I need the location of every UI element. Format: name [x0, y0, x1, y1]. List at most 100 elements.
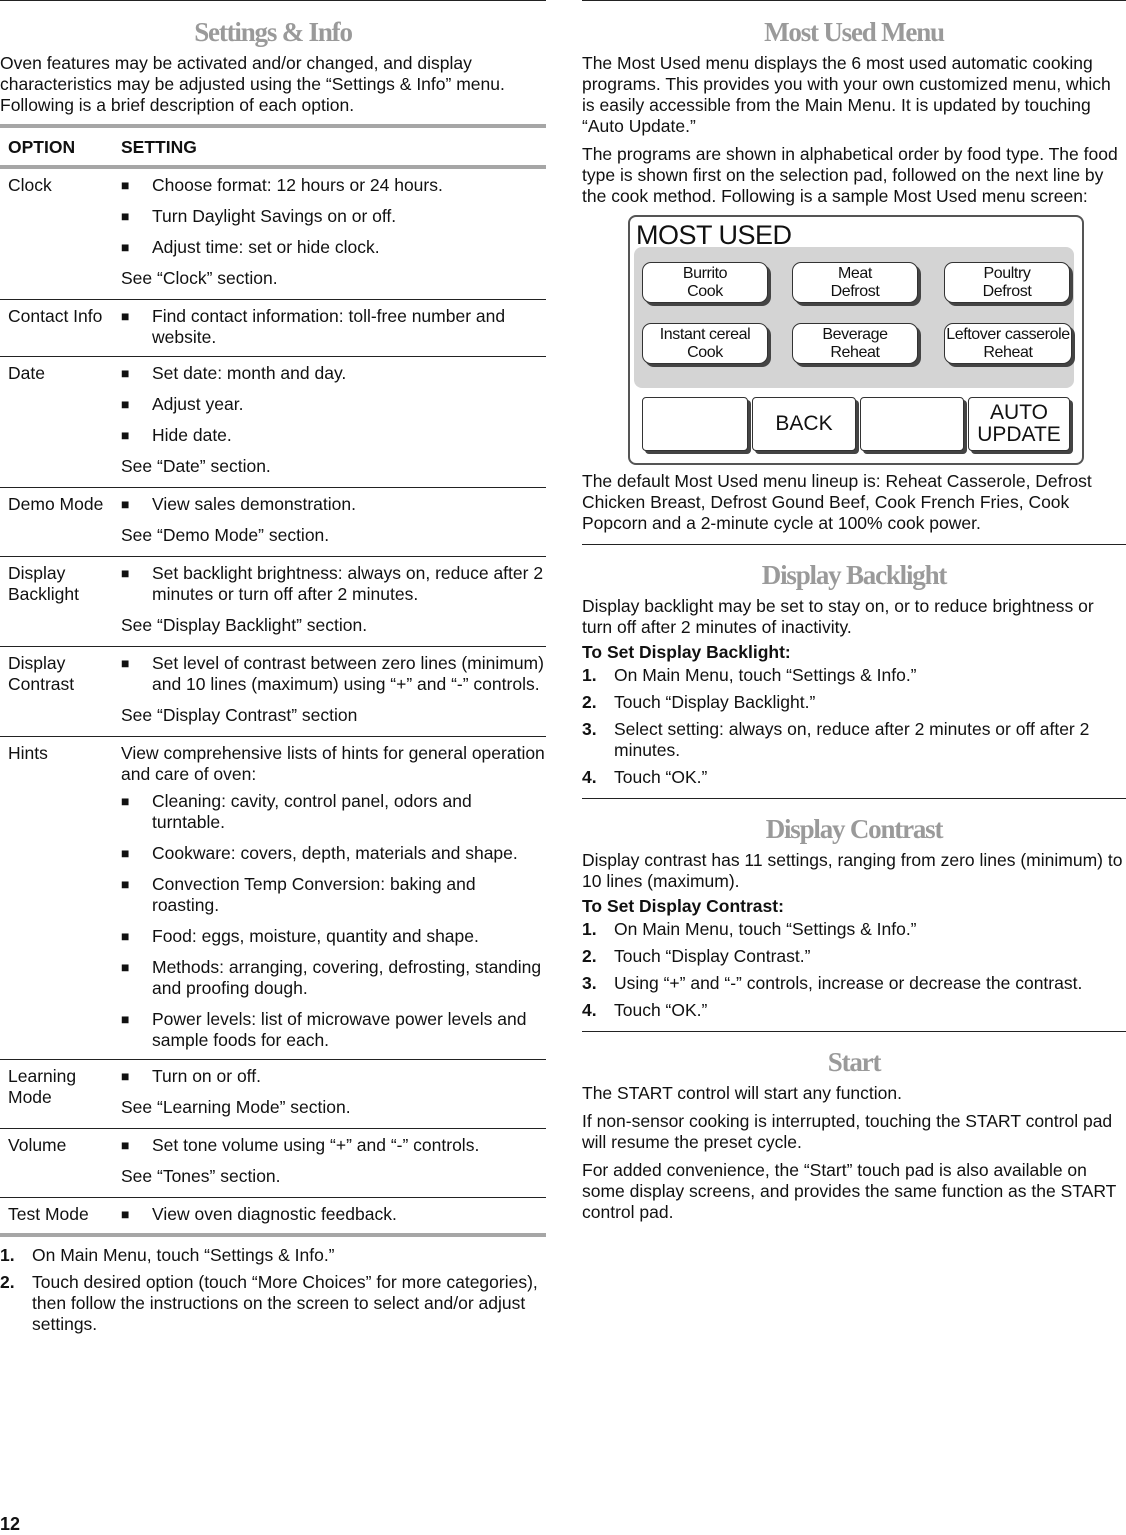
option-setting: Set date: month and day. Adjust year. Hide…: [113, 357, 546, 488]
contrast-steps: 1. On Main Menu, touch “Settings & Info.”…: [582, 919, 1126, 1021]
setting-bullet: Set level of contrast between zero lines…: [121, 653, 546, 695]
bullet-square-icon: [121, 563, 152, 605]
bullet-text: Find contact information: toll-free numb…: [152, 306, 506, 347]
step-number: 2.: [0, 1272, 15, 1292]
table-row: Display Contrast Set level of contrast be…: [0, 646, 546, 737]
option-name: Display Contrast: [8, 653, 75, 694]
backlight-subhead: To Set Display Backlight:: [582, 642, 791, 662]
button-line-2: Defrost: [830, 283, 880, 300]
setting-bullet: Cookware: covers, depth, materials and s…: [121, 843, 546, 864]
instant-cereal-cook-button[interactable]: Instant cereal Cook: [642, 323, 768, 364]
table-row: Date Set date: month and day. Adjust year.…: [0, 356, 546, 488]
option-setting: Find contact information: toll-free numb…: [113, 300, 546, 357]
bullet-text: Turn on or off.: [152, 1066, 261, 1086]
step-number: 4.: [582, 1000, 597, 1020]
section-divider: [582, 798, 1126, 799]
header-setting: SETTING: [121, 137, 197, 157]
step-item: 2. Touch desired option (touch “More Cho…: [0, 1272, 546, 1335]
bullet-square-icon: [121, 1066, 152, 1087]
bullet-text: View oven diagnostic feedback.: [152, 1204, 397, 1224]
setting-bullet: Choose format: 12 hours or 24 hours.: [121, 175, 546, 196]
table-row: Hints View comprehensive lists of hints f…: [0, 736, 546, 1060]
step-text: Touch “Display Contrast.”: [614, 946, 811, 966]
setting-bullet: Turn Daylight Savings on or off.: [121, 206, 546, 227]
auto-update-button[interactable]: AUTO UPDATE: [968, 397, 1070, 451]
settings-steps: 1. On Main Menu, touch “Settings & Info.…: [0, 1245, 546, 1335]
contrast-intro: Display contrast has 11 settings, rangin…: [582, 850, 1123, 891]
step-number: 1.: [582, 919, 597, 939]
setting-bullet: Set date: month and day.: [121, 363, 546, 384]
bullet-square-icon: [121, 237, 152, 258]
table-row: Clock Choose format: 12 hours or 24 hours…: [0, 167, 546, 300]
table-row: Display Backlight Set backlight brightnes…: [0, 556, 546, 647]
button-line-1: Instant cereal: [659, 326, 751, 343]
setting-bullet: Hide date.: [121, 425, 546, 446]
meat-defrost-button[interactable]: Meat Defrost: [792, 262, 918, 303]
step-item: 4. Touch “OK.”: [582, 767, 1126, 788]
leftover-casserole-reheat-button[interactable]: Leftover casserole Reheat: [944, 323, 1072, 364]
bullet-square-icon: [121, 494, 152, 515]
contrast-title: Display Contrast: [765, 814, 944, 844]
bullet-text: Set date: month and day.: [152, 363, 347, 383]
burrito-cook-button[interactable]: Burrito Cook: [642, 262, 768, 303]
option-name: Hints: [8, 743, 48, 763]
see-reference: See “Clock” section.: [121, 268, 278, 288]
option-setting: View comprehensive lists of hints for ge…: [113, 737, 546, 1060]
blank-button-1[interactable]: [642, 397, 748, 451]
option-setting: View oven diagnostic feedback.: [113, 1198, 546, 1234]
beverage-reheat-button[interactable]: Beverage Reheat: [792, 323, 918, 364]
see-reference: See “Tones” section.: [121, 1166, 281, 1186]
step-number: 1.: [0, 1245, 15, 1265]
bullet-square-icon: [121, 363, 152, 384]
bullet-text: Cleaning: cavity, control panel, odors a…: [152, 791, 472, 832]
button-line-2: Reheat: [830, 344, 880, 361]
button-line-2: Cook: [687, 283, 723, 300]
settings-table: OPTION SETTING Clock Choose format: 12 ho…: [0, 128, 546, 1233]
start-title: Start: [827, 1047, 882, 1077]
step-item: 3. Using “+” and “-” controls, increase o…: [582, 973, 1126, 994]
step-number: 3.: [582, 973, 597, 993]
bullet-square-icon: [121, 394, 152, 415]
bullet-square-icon: [121, 425, 152, 446]
most-used-screen: MOST USED Burrito Cook Meat Defrost Poul…: [628, 215, 1084, 465]
poultry-defrost-button[interactable]: Poultry Defrost: [944, 262, 1070, 303]
most-used-title: Most Used Menu: [764, 17, 945, 47]
bullet-text: Set tone volume using “+” and “-” contro…: [152, 1135, 480, 1155]
option-name: Volume: [8, 1135, 67, 1155]
most-used-para-1: The Most Used menu displays the 6 most u…: [582, 53, 1111, 136]
see-reference: See “Date” section.: [121, 456, 271, 476]
bullet-text: Adjust time: set or hide clock.: [152, 237, 380, 257]
bullet-square-icon: [121, 791, 152, 833]
page-number: 12: [0, 1514, 21, 1534]
option-setting: Set tone volume using “+” and “-” contro…: [113, 1129, 546, 1198]
step-number: 4.: [582, 767, 597, 787]
blank-button-2[interactable]: [860, 397, 964, 451]
bullet-square-icon: [121, 653, 152, 695]
see-reference: See “Display Contrast” section: [121, 705, 358, 725]
back-button[interactable]: BACK: [752, 397, 856, 451]
bullet-square-icon: [121, 874, 152, 916]
settings-title: Settings & Info: [194, 17, 353, 47]
see-reference: See “Demo Mode” section.: [121, 525, 330, 545]
table-row: Test Mode View oven diagnostic feedback.: [0, 1197, 546, 1234]
step-item: 1. On Main Menu, touch “Settings & Info.”: [582, 665, 1126, 686]
setting-bullet: View sales demonstration.: [121, 494, 546, 515]
table-bottom-rule: [0, 1233, 546, 1237]
option-setting: Set level of contrast between zero lines…: [113, 647, 546, 737]
bullet-square-icon: [121, 175, 152, 196]
step-number: 3.: [582, 719, 597, 739]
step-number: 2.: [582, 946, 597, 966]
most-used-para-2: The programs are shown in alphabetical o…: [582, 144, 1118, 206]
bullet-text: Food: eggs, moisture, quantity and shape…: [152, 926, 479, 946]
option-setting: Turn on or off. See “Learning Mode” secti…: [113, 1060, 546, 1129]
button-line-1: Leftover casserole: [946, 326, 1070, 343]
bullet-text: Hide date.: [152, 425, 232, 445]
setting-bullet: Find contact information: toll-free numb…: [121, 306, 546, 348]
option-setting: View sales demonstration. See “Demo Mode”…: [113, 488, 546, 557]
backlight-steps: 1. On Main Menu, touch “Settings & Info.”…: [582, 665, 1126, 788]
bullet-text: View sales demonstration.: [152, 494, 356, 514]
see-reference: See “Learning Mode” section.: [121, 1097, 351, 1117]
option-name: Learning Mode: [8, 1066, 77, 1107]
button-line-1: Poultry: [983, 265, 1031, 282]
bullet-square-icon: [121, 957, 152, 999]
